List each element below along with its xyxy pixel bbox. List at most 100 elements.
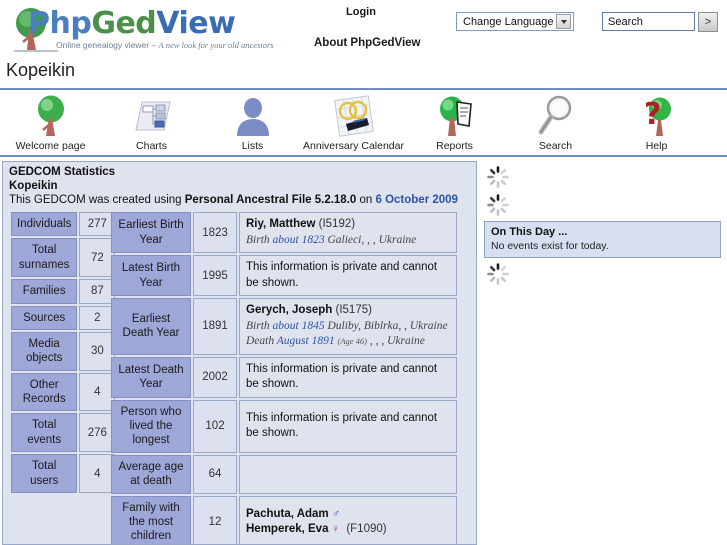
logo-tagline: Online genealogy viewer – A new look for… [56,40,274,50]
detail-label: Family with the most children [111,495,191,544]
nav-item-search[interactable]: Search [505,92,606,152]
search-input[interactable]: Search [602,12,695,31]
private-notice: This information is private and cannot b… [239,356,457,398]
table-row: Average age at death 64 [111,454,457,494]
stats-grid: Individuals 277 Total surnames 72 Famili… [3,210,476,544]
loading-spinner-icon [486,262,510,286]
logo-part-view: View [156,6,236,41]
page-title: Kopeikin [6,60,76,80]
chevron-down-icon[interactable] [556,14,571,29]
detail-column: Earliest Birth Year 1823 Riy, Matthew (I… [109,210,476,544]
table-row: Latest Birth Year 1995 This information … [111,255,457,297]
detail-label: Earliest Death Year [111,298,191,355]
site-header: PhpGedView Online genealogy viewer – A n… [0,0,727,90]
summary-label: Total surnames [11,238,78,278]
nav-label: Charts [136,140,167,152]
svg-text:?: ? [644,97,661,132]
table-row: Sources 2 [11,305,116,330]
detail-label: Earliest Birth Year [111,212,191,254]
table-row: Person who lived the longest 102 This in… [111,399,457,453]
nav-label: Anniversary Calendar [303,140,404,152]
summary-table: Individuals 277 Total surnames 72 Famili… [9,210,117,495]
logo-part-php: Php [28,6,92,41]
nav-item-reports[interactable]: Reports [404,92,505,152]
detail-label: Latest Death Year [111,356,191,398]
event-date-link[interactable]: about 1845 [273,320,325,332]
family-xref: (F1090) [346,523,387,536]
header-divider [0,88,727,90]
table-row: Latest Death Year 2002 This information … [111,356,457,398]
event-line: Birth about 1823 Galieci, , , Ukraine [246,233,450,249]
event-line: Death August 1891 (Age 46) , , , Ukraine [246,334,450,350]
event-date-link[interactable]: about 1823 [273,234,325,246]
detail-value: 2002 [193,356,237,398]
wife-link[interactable]: Hemperek, Eva [246,523,328,535]
loading-spinner-icon [486,165,510,189]
login-link[interactable]: Login [346,6,376,18]
person-xref: (I5192) [318,218,356,230]
search-submit-button[interactable]: > [698,12,718,32]
detail-label: Average age at death [111,454,191,494]
detail-content-empty [239,454,457,494]
detail-value: 12 [193,495,237,544]
summary-label: Total events [11,413,78,453]
chart-diagram-icon [101,92,202,138]
event-suffix: , , , Ukraine [367,335,425,348]
table-row: Earliest Death Year 1891 Gerych, Joseph … [111,298,457,355]
summary-label: Media objects [11,331,78,371]
person-link[interactable]: Gerych, Joseph [246,304,332,316]
table-row: Family with the most children 12 Pachuta… [111,495,457,544]
created-on-word: on [356,194,376,206]
nav-label: Search [538,140,573,152]
summary-label: Total users [11,454,78,493]
page-root: PhpGedView Online genealogy viewer – A n… [0,0,727,545]
nav-item-welcome-page[interactable]: Welcome page [0,92,101,152]
detail-value: 102 [193,399,237,453]
nav-item-charts[interactable]: Charts [101,92,202,152]
husband-link[interactable]: Pachuta, Adam [246,508,329,520]
summary-label: Other Records [11,372,78,412]
question-mark-icon: ? [606,92,707,138]
site-logo[interactable]: PhpGedView Online genealogy viewer – A n… [8,4,288,52]
detail-value: 1891 [193,298,237,355]
main-content: GEDCOM Statistics Kopeikin This GEDCOM w… [0,161,727,545]
created-program: Personal Ancestral File 5.2.18.0 [184,194,357,206]
table-row: Total events 276 [11,413,116,453]
nav-item-help[interactable]: ? Help [606,92,707,152]
event-date-link[interactable]: August 1891 [277,335,335,347]
about-link[interactable]: About PhpGedView [314,37,421,49]
tagline-italic: A new look for your old ancestors [158,40,274,50]
main-navigation: Welcome page Charts Lists Anniversary Ca… [0,92,727,158]
nav-item-anniversary-calendar[interactable]: Anniversary Calendar [303,92,404,152]
nav-item-lists[interactable]: Lists [202,92,303,152]
table-row: Individuals 277 [11,212,116,237]
stats-gedcom-name: Kopeikin [9,180,58,192]
summary-label: Families [11,279,78,304]
event-prefix: Death [246,335,277,348]
detail-content: Gerych, Joseph (I5175) Birth about 1845 … [239,298,457,355]
change-language-label: Change Language [463,15,554,28]
detail-value: 1823 [193,212,237,254]
person-link[interactable]: Riy, Matthew [246,218,315,230]
gedcom-statistics-panel: GEDCOM Statistics Kopeikin This GEDCOM w… [2,161,477,545]
logo-wordmark: PhpGedView [28,6,236,41]
table-row: Total surnames 72 [11,238,116,278]
male-sex-icon: ♂ [331,507,341,520]
nav-divider [0,155,727,157]
nav-label: Reports [436,140,473,152]
change-language-select[interactable]: Change Language [456,12,574,31]
detail-table: Earliest Birth Year 1823 Riy, Matthew (I… [109,210,459,544]
logo-underline [14,50,58,52]
detail-value: 64 [193,454,237,494]
detail-content: Riy, Matthew (I5192) Birth about 1823 Ga… [239,212,457,254]
tree-icon [0,92,101,138]
event-line: Birth about 1845 Duliby, Biblrka, , Ukra… [246,319,450,335]
nav-label: Welcome page [15,140,86,152]
magnifier-icon [505,92,606,138]
nav-label: Lists [241,140,264,152]
detail-value: 1995 [193,255,237,297]
table-row: Other Records 4 [11,372,116,412]
event-suffix: Galieci, , , Ukraine [324,233,417,246]
table-row: Earliest Birth Year 1823 Riy, Matthew (I… [111,212,457,254]
summary-column: Individuals 277 Total surnames 72 Famili… [9,210,116,495]
